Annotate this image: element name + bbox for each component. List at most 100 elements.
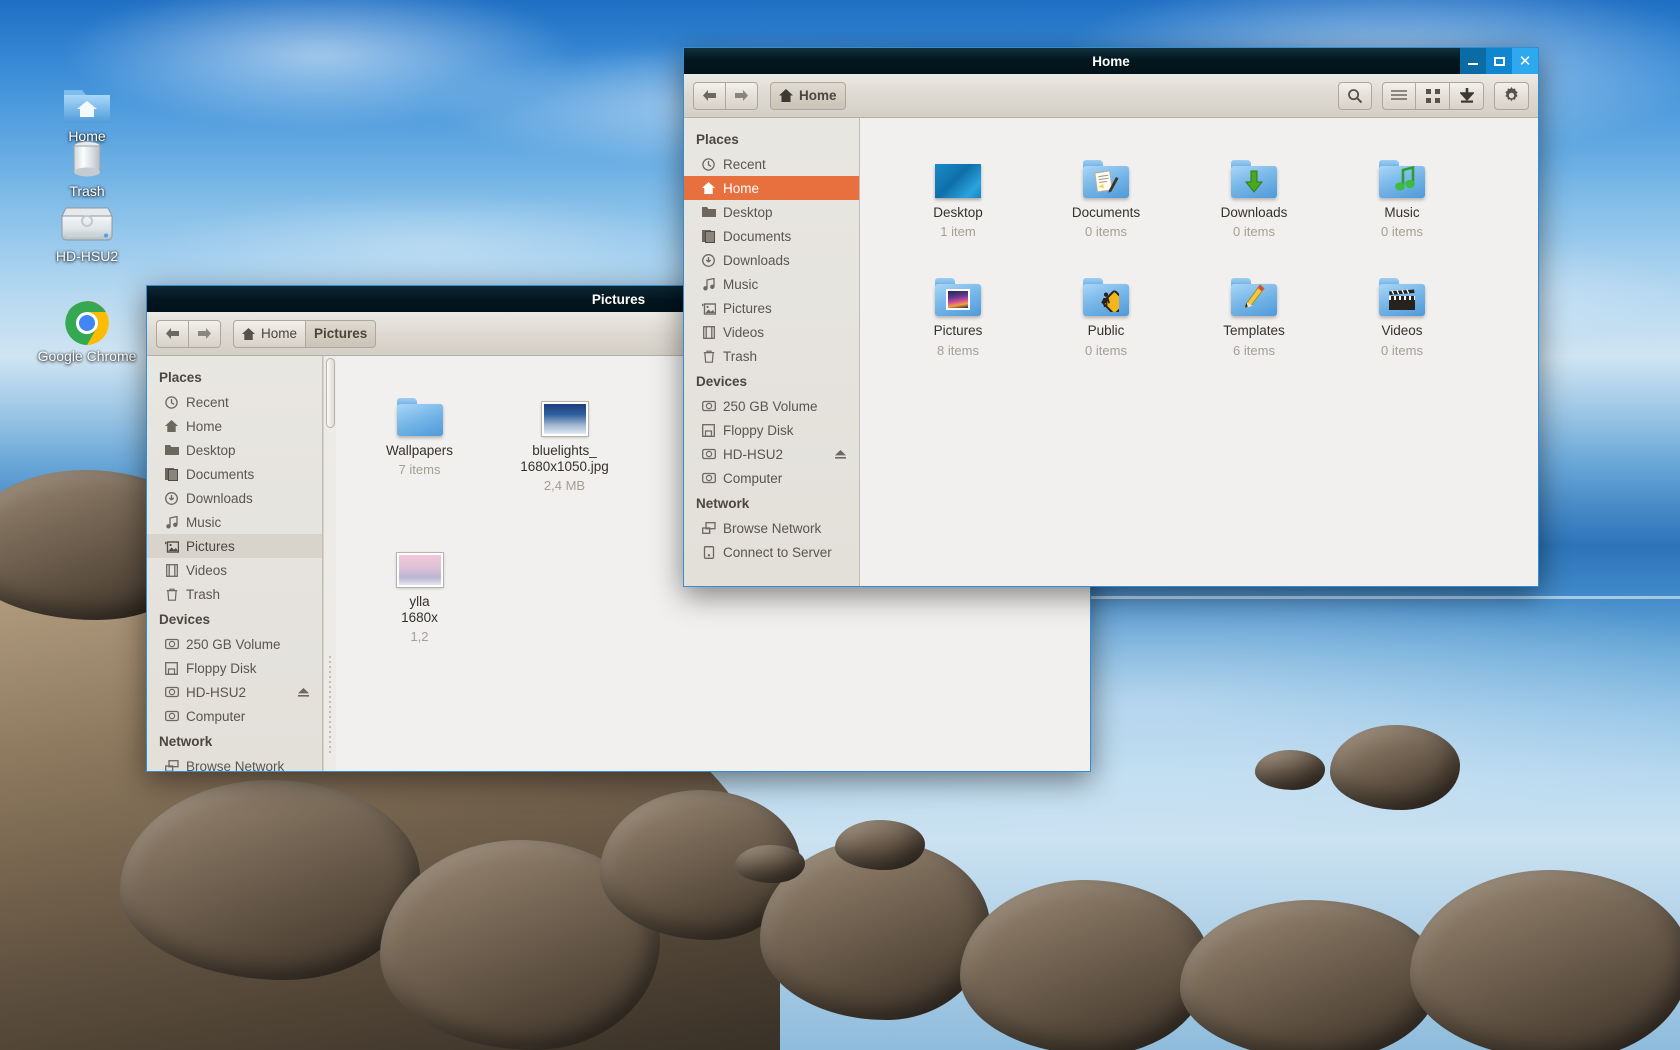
desktop-folder-icon (164, 444, 179, 456)
desktop-icon-hd-hsu2[interactable]: HD-HSU2 (32, 200, 142, 266)
desktop-icon-google-chrome[interactable]: Google Chrome (32, 300, 142, 366)
file-item-desktop[interactable]: Desktop 1 item (884, 132, 1032, 250)
pictures-folder-icon (888, 256, 1028, 316)
videos-folder-icon (1332, 256, 1472, 316)
music-note-icon (164, 516, 179, 529)
sidebar-item-recent[interactable]: Recent (147, 390, 322, 414)
minimize-button[interactable] (1460, 48, 1486, 74)
sidebar-group-places: Places (147, 364, 322, 390)
sidebar-item-pictures[interactable]: Pictures (684, 296, 859, 320)
harddrive-icon (32, 200, 142, 246)
chrome-icon (32, 300, 142, 346)
sidebar-item-recent[interactable]: Recent (684, 152, 859, 176)
settings-button[interactable] (1494, 82, 1529, 110)
sidebar-group-places: Places (684, 126, 859, 152)
sidebar-item-videos[interactable]: Videos (684, 320, 859, 344)
file-item-templates[interactable]: Templates 6 items (1180, 250, 1328, 368)
sidebar-item-home[interactable]: Home (684, 176, 859, 200)
sidebar-item-label: Computer (723, 471, 782, 486)
sidebar-item-hd-hsu2[interactable]: HD-HSU2 (684, 442, 859, 466)
sidebar-group-devices: Devices (147, 606, 322, 632)
home-sidebar[interactable]: Places Recent Home Desktop (684, 118, 860, 586)
music-note-icon (701, 278, 716, 291)
file-name: Wallpapers (351, 443, 488, 459)
grid-view-button[interactable] (1416, 82, 1450, 110)
file-item-music[interactable]: Music 0 items (1328, 132, 1476, 250)
sidebar-item-music[interactable]: Music (147, 510, 322, 534)
maximize-button[interactable] (1486, 48, 1512, 74)
breadcrumb-home[interactable]: Home (233, 320, 306, 348)
sidebar-item-downloads[interactable]: Downloads (147, 486, 322, 510)
file-item-bluelights[interactable]: bluelights_ 1680x1050.jpg 2,4 MB (492, 370, 637, 521)
sidebar-item-downloads[interactable]: Downloads (684, 248, 859, 272)
sidebar-item-label: Documents (723, 229, 791, 244)
sidebar-item-documents[interactable]: Documents (147, 462, 322, 486)
sidebar-item-hd-hsu2[interactable]: HD-HSU2 (147, 680, 322, 704)
sidebar-item-label: 250 GB Volume (186, 637, 281, 652)
pictures-sidebar[interactable]: Places Recent Home Desktop (147, 356, 323, 771)
breadcrumb-home[interactable]: Home (770, 82, 846, 110)
sidebar-item-home[interactable]: Home (147, 414, 322, 438)
sidebar-item-desktop[interactable]: Desktop (684, 200, 859, 224)
desktop-icon-label: Google Chrome (32, 348, 142, 366)
sidebar-item-trash[interactable]: Trash (147, 582, 322, 606)
file-item-pictures[interactable]: Pictures 8 items (884, 250, 1032, 368)
forward-button[interactable] (189, 320, 221, 348)
pictures-scrollbar[interactable] (323, 356, 336, 771)
sidebar-item-floppy-disk[interactable]: Floppy Disk (147, 656, 322, 680)
sidebar-item-computer[interactable]: Computer (147, 704, 322, 728)
sidebar-item-videos[interactable]: Videos (147, 558, 322, 582)
file-item-documents[interactable]: Documents 0 items (1032, 132, 1180, 250)
cloud-decoration (150, 190, 710, 300)
desktop-folder-icon (888, 138, 1028, 198)
search-group (1338, 82, 1372, 110)
sidebar-item-250-gb-volume[interactable]: 250 GB Volume (684, 394, 859, 418)
sidebar-item-label: Music (723, 277, 758, 292)
file-meta: 6 items (1184, 343, 1324, 359)
window-controls: ✕ (1460, 48, 1538, 74)
sidebar-item-pictures[interactable]: Pictures (147, 534, 322, 558)
file-item-downloads[interactable]: Downloads 0 items (1180, 132, 1328, 250)
sidebar-item-trash[interactable]: Trash (684, 344, 859, 368)
home-icon (701, 182, 716, 194)
sidebar-item-250-gb-volume[interactable]: 250 GB Volume (147, 632, 322, 656)
back-button[interactable] (156, 320, 189, 348)
download-button[interactable] (1450, 82, 1484, 110)
sidebar-item-music[interactable]: Music (684, 272, 859, 296)
home-file-list: Desktop 1 item (860, 118, 1538, 369)
sidebar-item-browse-network[interactable]: Browse Network (684, 516, 859, 540)
sidebar-item-connect-to-server[interactable]: Connect to Server (684, 540, 859, 564)
list-view-button[interactable] (1382, 82, 1416, 110)
rock-shape (960, 880, 1210, 1050)
download-icon (164, 492, 179, 505)
documents-icon (164, 468, 179, 481)
file-item-wallpapers[interactable]: Wallpapers 7 items (347, 370, 492, 521)
sidebar-group-devices: Devices (684, 368, 859, 394)
sidebar-item-browse-network[interactable]: Browse Network (147, 754, 322, 771)
file-meta: 0 items (1332, 224, 1472, 240)
file-meta: 0 items (1332, 343, 1472, 359)
file-item-ylla[interactable]: ylla 1680x 1,2 (347, 521, 492, 656)
desktop-icon-trash[interactable]: Trash (32, 135, 142, 201)
search-button[interactable] (1338, 82, 1372, 110)
back-button[interactable] (693, 82, 726, 110)
sidebar-item-floppy-disk[interactable]: Floppy Disk (684, 418, 859, 442)
forward-button[interactable] (726, 82, 758, 110)
film-icon (701, 326, 716, 339)
sidebar-item-computer[interactable]: Computer (684, 466, 859, 490)
breadcrumb-pictures[interactable]: Pictures (306, 320, 376, 348)
sidebar-item-documents[interactable]: Documents (684, 224, 859, 248)
file-item-public[interactable]: Public 0 items (1032, 250, 1180, 368)
eject-icon[interactable] (297, 685, 310, 700)
home-file-grid-area[interactable]: Desktop 1 item (860, 118, 1538, 586)
drive-icon (701, 400, 716, 412)
sidebar-item-desktop[interactable]: Desktop (147, 438, 322, 462)
file-item-videos[interactable]: Videos 0 items (1328, 250, 1476, 368)
home-file-manager-window[interactable]: Home ✕ Home (683, 47, 1539, 587)
home-window-titlebar[interactable]: Home ✕ (684, 48, 1538, 74)
rock-shape (1410, 870, 1680, 1050)
close-button[interactable]: ✕ (1512, 48, 1538, 74)
eject-icon[interactable] (834, 447, 847, 462)
sidebar-group-network: Network (684, 490, 859, 516)
scrollbar-thumb[interactable] (326, 358, 335, 428)
